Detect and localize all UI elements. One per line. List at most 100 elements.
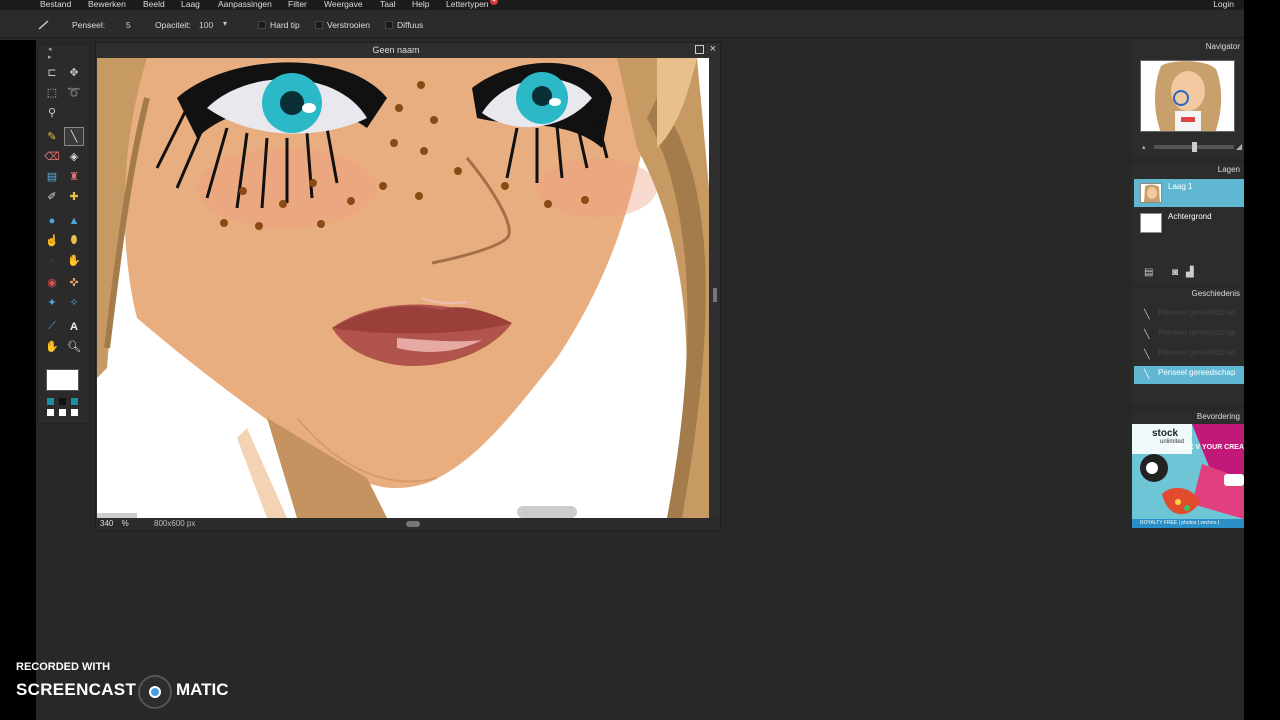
magic-wand-icon[interactable]: ⚲ [42,103,62,122]
diffuse-checkbox[interactable] [385,21,393,29]
zoom-slider-thumb[interactable] [1192,142,1197,152]
brush-size-value[interactable]: 5 [126,20,131,30]
close-icon[interactable]: × [710,43,716,55]
layer-properties-icon[interactable]: ▤ [1144,267,1153,278]
foreground-color-swatch[interactable] [46,369,79,391]
history-item-label: Penseel gereedschap [1158,308,1236,317]
menu-aanpassingen[interactable]: Aanpassingen [218,0,272,9]
menu-taal[interactable]: Taal [380,0,396,9]
blur-checkbox[interactable] [315,21,323,29]
layer-label: Laag 1 [1168,182,1193,191]
menu-bewerken[interactable]: Bewerken [88,0,126,9]
color-mini-4[interactable] [47,409,54,416]
smudge-icon[interactable]: ☝ [42,231,62,250]
color-mini-6[interactable] [71,409,78,416]
canvas-titlebar[interactable]: Geen naam × [96,43,720,58]
menu-laag[interactable]: Laag [181,0,200,9]
color-mini-3[interactable] [71,398,78,405]
menu-filter[interactable]: Filter [288,0,307,9]
vertical-scroll-thumb[interactable] [713,288,717,302]
marquee-icon[interactable]: ⬚ [42,83,62,102]
spot-heal-icon[interactable]: ✜ [64,273,84,292]
eraser-icon[interactable]: ⌫ [42,147,62,166]
layer-mask-icon[interactable]: ◙ [1172,267,1178,278]
navigator-thumbnail[interactable] [1140,60,1235,132]
bloat-icon[interactable]: ✦ [42,293,62,312]
burn-icon[interactable]: ● [42,251,62,270]
right-letterbox [1244,0,1280,720]
move-icon[interactable]: ✥ [64,63,84,82]
zoom-in-icon[interactable]: ◢ [1236,142,1242,151]
clone-stamp-icon[interactable]: ♜ [64,167,84,186]
layer-label: Achtergrond [1168,212,1212,221]
screencast-logo-icon [138,675,172,709]
history-item[interactable]: ╲ Penseel gereedschap [1134,346,1244,364]
menu-beeld[interactable]: Beeld [143,0,165,9]
document-size: 800x600 px [154,519,196,528]
watermark-recorded-with: RECORDED WITH [16,661,111,673]
restore-icon[interactable] [695,45,704,54]
login-link[interactable]: Login [1213,0,1234,9]
heal-icon[interactable]: ✚ [64,187,84,206]
opacity-value[interactable]: 100 [199,20,213,30]
brush-icon: ╲ [1144,349,1150,359]
pencil-icon[interactable]: ✎ [42,127,62,146]
picker-icon[interactable]: ⟋ [42,317,62,336]
canvas-vertical-scrollbar[interactable] [710,58,720,518]
lasso-icon[interactable]: ➰ [64,83,84,102]
gradient-icon[interactable]: ▤ [42,167,62,186]
history-item-label: Penseel gereedschap [1158,368,1236,377]
toolbox-collapse-icon[interactable]: ◂ ▸ [38,45,89,61]
menu-bestand[interactable]: Bestand [40,0,71,9]
blur-tool-icon[interactable]: ● [42,211,62,230]
menubar: Bestand Bewerken Beeld Laag Aanpassingen… [0,0,1244,10]
new-layer-icon[interactable]: ▟ [1186,267,1194,278]
menu-help[interactable]: Help [412,0,429,9]
zoom-value[interactable]: 340 % [100,519,129,528]
navigator-zoom-slider[interactable] [1154,142,1234,152]
promo-ad-artwork [1132,424,1244,528]
horizontal-scroll-thumb[interactable] [406,521,420,527]
drawing-canvas[interactable] [97,58,709,518]
brush-tool-button[interactable]: ╲ [64,127,84,146]
color-mini-1[interactable] [47,398,54,405]
crop-icon[interactable]: ⊏ [42,63,62,82]
sharpen-tool-icon[interactable]: ▲ [64,211,84,230]
red-eye-icon[interactable]: ◉ [42,273,62,292]
dodge-icon[interactable]: ✋ [64,251,84,270]
pinch-icon[interactable]: ✧ [64,293,84,312]
opacity-dropdown-icon[interactable]: ▾ [223,19,227,28]
left-letterbox [0,40,36,720]
history-title: Geschiedenis [1191,289,1240,298]
notification-badge: 4 [490,0,498,5]
menu-lettertypen[interactable]: Lettertypen [446,0,489,9]
navigator-preview-image [1141,61,1234,131]
promo-ad-banner[interactable]: stock unlimited FREE V YOUR CREA ROYALTY… [1132,424,1244,528]
brush-icon: ╲ [1144,309,1150,319]
sponge-icon[interactable]: ⬮ [64,231,84,250]
layer-row[interactable]: Achtergrond [1134,209,1244,237]
menu-weergave[interactable]: Weergave [324,0,363,9]
canvas-title: Geen naam [372,45,420,55]
zoom-icon[interactable]: 🔍︎ [64,337,84,356]
color-mini-5[interactable] [59,409,66,416]
paint-bucket-icon[interactable]: ◈ [64,147,84,166]
promo-panel: Bevordering stock unlimited FREE V YOUR … [1132,410,1244,528]
history-item[interactable]: ╲ Penseel gereedschap [1134,326,1244,344]
zoom-out-icon[interactable]: ▴ [1142,143,1146,151]
navigator-panel: Navigator ▴ ◢ [1132,40,1244,158]
color-mini-2[interactable] [59,398,66,405]
color-replace-icon[interactable]: ✐ [42,187,62,206]
hand-icon[interactable]: ✋ [42,337,62,356]
layers-title: Lagen [1217,165,1240,174]
history-item[interactable]: ╲ Penseel gereedschap [1134,306,1244,324]
brush-icon: ╲ [1144,369,1150,379]
history-panel: Geschiedenis ╲ Penseel gereedschap ╲ Pen… [1132,287,1244,405]
promo-brand: stock [1152,428,1179,439]
brush-label: Penseel: [72,20,106,30]
hard-tip-checkbox[interactable] [258,21,266,29]
type-icon[interactable]: A [64,317,84,336]
navigator-title: Navigator [1205,42,1240,51]
layer-row[interactable]: Laag 1 [1134,179,1244,207]
history-item-current[interactable]: ╲ Penseel gereedschap [1134,366,1244,384]
